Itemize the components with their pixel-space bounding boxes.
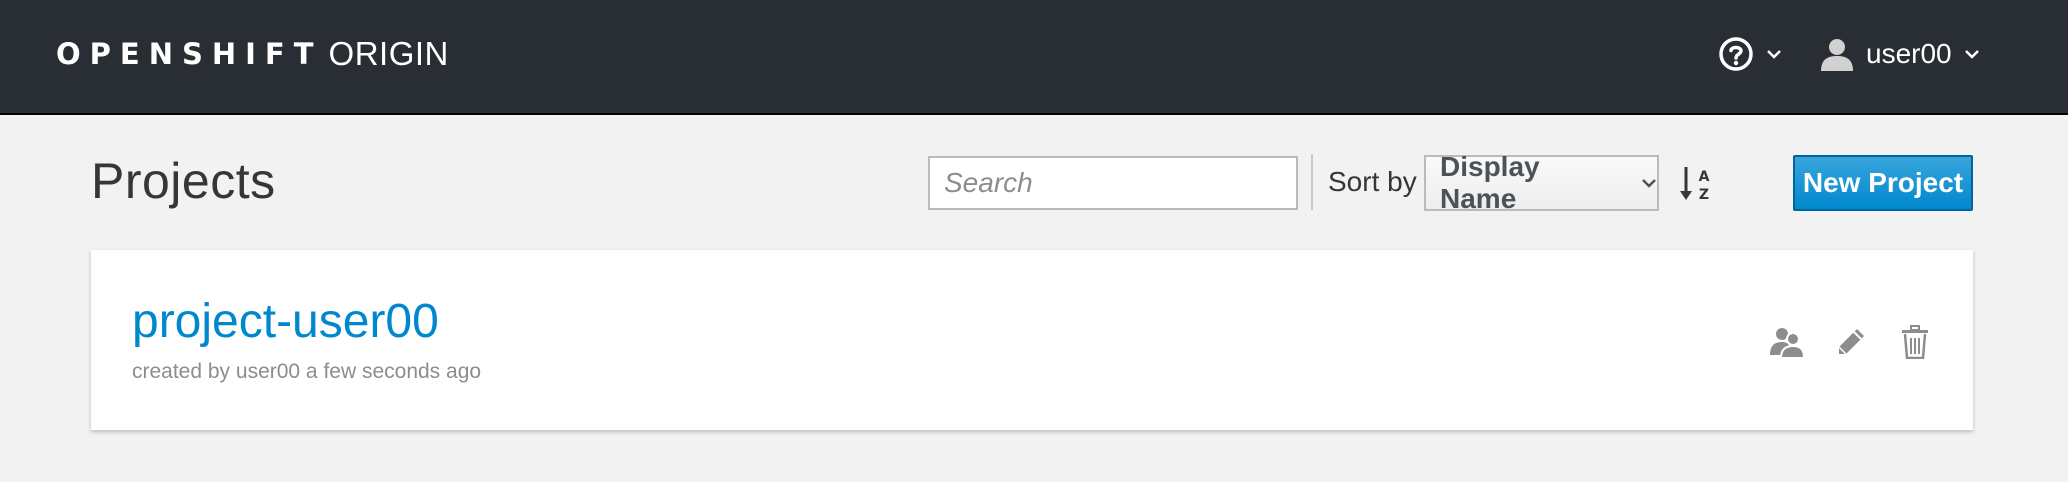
sort-by-dropdown[interactable]: Display Name <box>1424 151 1659 214</box>
project-created-meta: created by user00 a few seconds ago <box>132 360 482 383</box>
view-membership-icon[interactable] <box>1767 322 1807 362</box>
toolbar-divider <box>1311 154 1313 210</box>
sort-label: Sort by <box>1328 166 1417 197</box>
delete-trash-icon[interactable] <box>1895 322 1935 362</box>
svg-text:Z: Z <box>1699 187 1709 203</box>
sort-alpha-asc-icon[interactable]: A Z <box>1678 163 1718 205</box>
brand-logo[interactable]: OPENSHIFT ORIGIN <box>56 34 449 74</box>
project-actions <box>1743 322 1935 362</box>
project-name-link[interactable]: project-user00 <box>132 294 439 349</box>
page-title: Projects <box>91 153 276 209</box>
brand-origin: ORIGIN <box>328 35 449 72</box>
username-label: user00 <box>1866 38 1952 69</box>
top-navbar: OPENSHIFT ORIGIN user00 <box>0 0 2068 115</box>
chevron-down-icon <box>1766 48 1782 60</box>
user-menu[interactable]: user00 <box>1820 34 1980 74</box>
brand-openshift: OPENSHIFT <box>56 37 323 71</box>
question-circle-icon <box>1718 36 1754 72</box>
svg-text:A: A <box>1699 169 1710 185</box>
help-menu[interactable] <box>1718 34 1782 74</box>
project-card: project-user00 created by user00 a few s… <box>91 250 1973 430</box>
new-project-button[interactable]: New Project <box>1793 155 1973 211</box>
search-input[interactable] <box>928 156 1298 210</box>
chevron-down-icon <box>1641 177 1657 189</box>
sort-selected-value: Display Name <box>1440 151 1540 214</box>
chevron-down-icon <box>1964 48 1980 60</box>
user-icon <box>1820 36 1854 72</box>
edit-pencil-icon[interactable] <box>1831 322 1871 362</box>
